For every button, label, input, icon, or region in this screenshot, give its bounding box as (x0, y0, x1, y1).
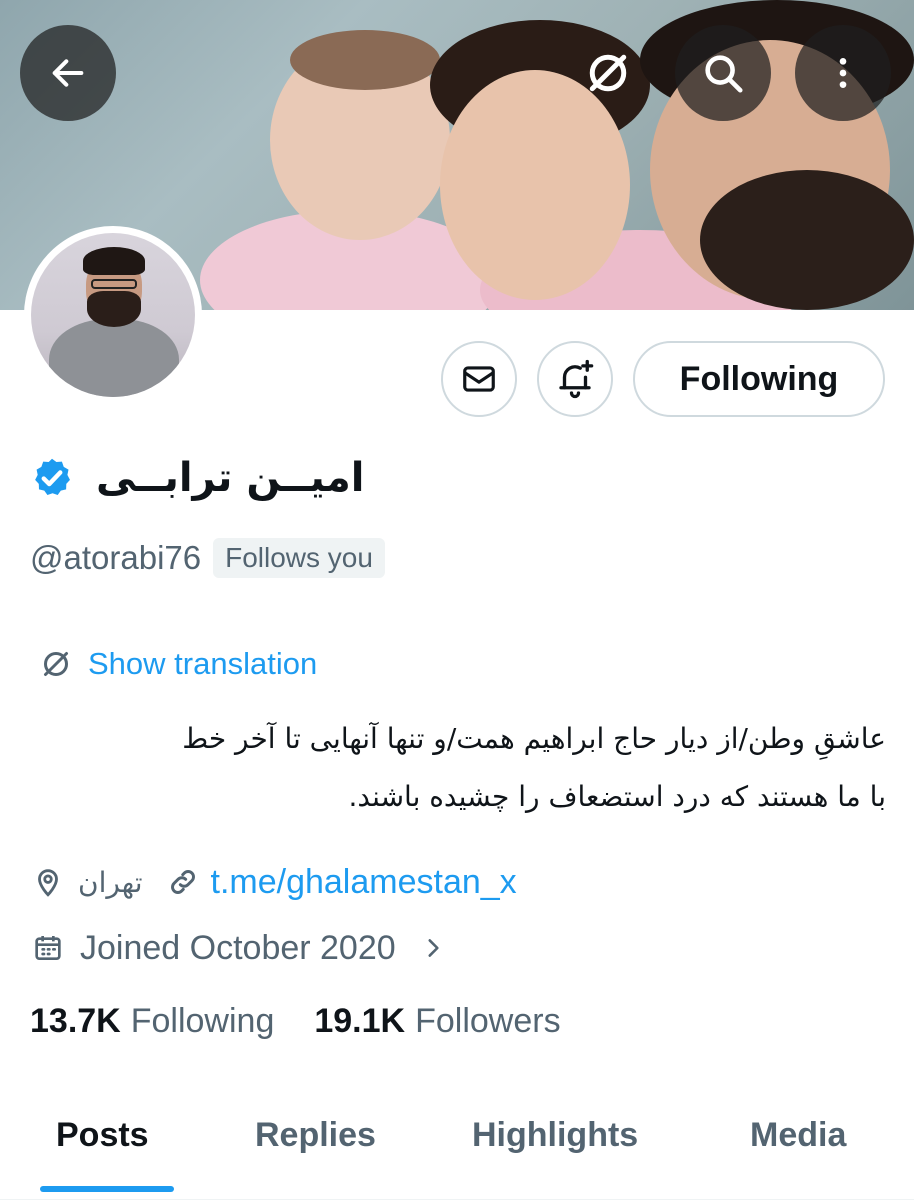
more-vertical-icon (839, 58, 847, 88)
followers-count: 19.1K (314, 1002, 406, 1040)
tab-highlights[interactable]: Highlights (472, 1116, 638, 1155)
joined-date: Joined October 2020 (80, 928, 396, 967)
message-button[interactable] (441, 341, 517, 417)
avatar-photo-part (49, 319, 179, 397)
followers-stat[interactable]: 19.1K Followers (314, 1002, 560, 1041)
following-label: Following (130, 1002, 275, 1040)
avatar[interactable] (24, 226, 202, 404)
show-translation-link[interactable]: Show translation (38, 646, 317, 682)
verified-badge-icon (30, 456, 74, 500)
following-button[interactable]: Following (633, 341, 885, 417)
location-text: تهران (78, 865, 143, 899)
tab-replies[interactable]: Replies (255, 1116, 376, 1155)
handle-row: @atorabi76 Follows you (30, 538, 385, 578)
link-icon (165, 864, 201, 900)
location-pin-icon (30, 864, 66, 900)
back-button[interactable] (20, 25, 116, 121)
following-count: 13.7K (30, 1002, 121, 1040)
chevron-right-icon (428, 939, 439, 957)
joined-row[interactable]: Joined October 2020 (30, 920, 446, 976)
profile-tabs: Posts Replies Highlights Media (0, 1100, 914, 1200)
following-stat[interactable]: 13.7K Following (30, 1002, 274, 1041)
banner-photo-part (700, 170, 914, 310)
show-translation-label: Show translation (88, 646, 318, 681)
profile-meta: تهران t.me/ghalamestan_x (30, 854, 517, 910)
website-link[interactable]: t.me/ghalamestan_x (211, 863, 517, 902)
avatar-photo-part (91, 279, 137, 289)
bio-line: عاشقِ وطن/از دیار حاج ابراهیم همت/و تنها… (182, 722, 886, 755)
avatar-photo-part (87, 291, 141, 327)
bell-plus-icon (559, 359, 594, 399)
banner-photo-part (290, 30, 440, 90)
profile-bio: عاشقِ وطن/از دیار حاج ابراهیم همت/و تنها… (30, 710, 886, 826)
search-icon (705, 55, 743, 93)
display-name: امیــن ترابــی (96, 455, 365, 501)
bio-line: با ما هستند که درد استضعاف را چشیده باشن… (348, 780, 886, 813)
more-options-button[interactable] (795, 25, 891, 121)
avatar-image (31, 233, 195, 397)
tab-media[interactable]: Media (750, 1116, 846, 1155)
follows-you-badge: Follows you (213, 538, 385, 578)
tab-posts[interactable]: Posts (56, 1116, 149, 1155)
avatar-photo-part (83, 247, 145, 275)
username-handle: @atorabi76 (30, 539, 202, 576)
followers-label: Followers (415, 1002, 561, 1040)
search-button[interactable] (675, 25, 771, 121)
translate-icon (589, 54, 627, 92)
notifications-button[interactable] (537, 341, 613, 417)
mail-icon (463, 366, 495, 392)
translate-icon (44, 652, 68, 676)
name-row: امیــن ترابــی (30, 448, 365, 508)
calendar-icon (30, 930, 66, 966)
arrow-left-icon (52, 59, 84, 87)
follow-stats: 13.7K Following 19.1K Followers (30, 1002, 561, 1041)
active-tab-indicator (40, 1186, 174, 1192)
translate-button[interactable] (575, 40, 641, 106)
